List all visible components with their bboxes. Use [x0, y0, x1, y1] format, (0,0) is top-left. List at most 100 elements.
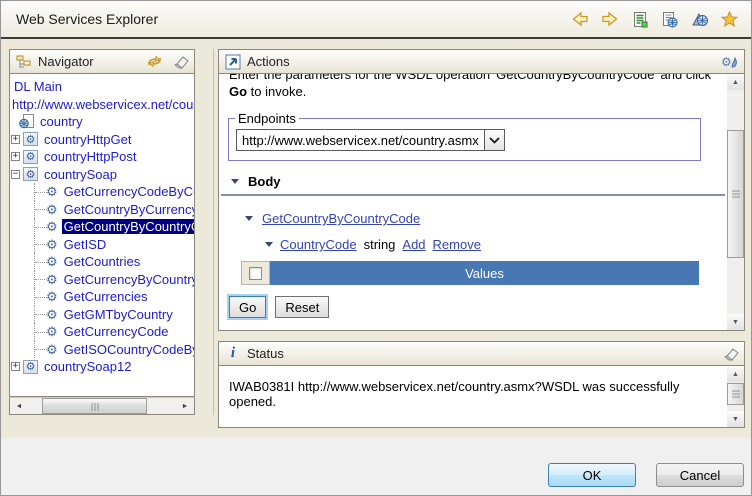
tree-connector [34, 183, 46, 201]
tree-connector [34, 323, 46, 341]
scroll-left-icon[interactable]: ◄ [11, 398, 27, 414]
vscroll-thumb[interactable] [727, 383, 744, 405]
navigator-hscrollbar[interactable]: ◄ ► [9, 397, 195, 415]
values-checkbox-cell [241, 261, 270, 285]
dialog-button-strip: OK Cancel [1, 438, 751, 496]
tree-item-getisd[interactable]: ⚙ GetISD [10, 236, 194, 254]
body-section-toggle[interactable]: Body [231, 174, 727, 189]
cancel-button[interactable]: Cancel [656, 463, 744, 487]
status-content: IWAB0381I http://www.webservicex.net/cou… [218, 366, 745, 428]
tree-item-getgmtbycountry[interactable]: ⚙GetGMTbyCountry [10, 306, 194, 324]
actions-vscrollbar[interactable]: ▲ ▼ [727, 74, 744, 330]
tree-item-label: GetCountryByCountryCode [62, 219, 195, 234]
tree-item-label: GetCountryByCurrencyCod [62, 202, 195, 217]
tree-item-label: countryHttpPost [42, 149, 139, 164]
tree-item-label: countrySoap [42, 167, 119, 182]
uddi-page-icon[interactable] [660, 11, 679, 28]
title-bar: Web Services Explorer [1, 1, 751, 39]
tree-item-getcountries[interactable]: ⚙GetCountries [10, 253, 194, 271]
tree-item-countrysoap[interactable]: −⚙countrySoap [10, 166, 194, 184]
tree-item-getcountrybycurrencycod[interactable]: ⚙ GetCountryByCurrencyCod [10, 201, 194, 219]
tree-item-http-www-webservicex-net-country[interactable]: http://www.webservicex.net/country [10, 96, 194, 114]
action-buttons: Go Reset [229, 296, 727, 318]
tree-item-getcurrencybycountry[interactable]: ⚙GetCurrencyByCountry [10, 271, 194, 289]
refresh-icon[interactable] [145, 54, 163, 70]
actions-header: Actions ⚙ [218, 49, 745, 74]
panel-divider[interactable] [213, 49, 214, 415]
go-button[interactable]: Go [229, 296, 266, 318]
tree-item-countryhttppost[interactable]: +⚙countryHttpPost [10, 148, 194, 166]
actions-panel: Actions ⚙ Enter the parameters for the W… [218, 49, 745, 331]
expand-icon[interactable]: + [11, 362, 20, 371]
operation-gear-icon: ⚙ [46, 203, 58, 216]
operation-gear-icon: ⚙ [46, 290, 58, 303]
reset-button[interactable]: Reset [275, 296, 329, 318]
values-table: Values [241, 261, 699, 285]
clear-icon[interactable] [171, 54, 189, 70]
tree-item-getcurrencycodebycurrenc[interactable]: ⚙GetCurrencyCodeByCurrenc [10, 183, 194, 201]
tree-item-label: GetCurrencies [62, 289, 150, 304]
collapse-icon[interactable]: − [11, 170, 20, 179]
tree-item-countrysoap12[interactable]: +⚙countrySoap12 [10, 358, 194, 376]
back-icon[interactable] [570, 11, 589, 28]
tree-item-getcurrencycode[interactable]: ⚙GetCurrencyCode [10, 323, 194, 341]
tree-connector [34, 236, 46, 254]
status-panel: i Status IWAB0381I http://www.webservice… [218, 341, 745, 428]
source-view-icon[interactable]: ⚙ [721, 54, 739, 70]
vscroll-thumb[interactable] [727, 130, 744, 258]
actions-content: Enter the parameters for the WSDL operat… [218, 74, 745, 331]
tree-item-getcountrybycountrycode[interactable]: ⚙ GetCountryByCountryCode [10, 218, 194, 236]
tree-item-label: http://www.webservicex.net/country [10, 97, 195, 112]
operation-gear-icon: ⚙ [46, 238, 58, 251]
forward-icon[interactable] [600, 11, 619, 28]
tree-item-getisocountrycodebycoun[interactable]: ⚙ GetISOCountryCodeByCoun [10, 341, 194, 359]
go-keyword: Go [229, 84, 247, 99]
remove-link[interactable]: Remove [433, 237, 481, 252]
operation-gear-icon: ⚙ [46, 185, 58, 198]
wsil-page-icon[interactable] [690, 11, 709, 28]
scroll-down-icon[interactable]: ▼ [727, 411, 744, 427]
operation-gear-icon: ⚙ [46, 343, 58, 356]
endpoint-select[interactable]: http://www.webservicex.net/country.asmx [236, 129, 505, 151]
hscroll-thumb[interactable] [42, 398, 147, 414]
values-select-checkbox[interactable] [249, 267, 262, 280]
scroll-up-icon[interactable]: ▲ [727, 366, 744, 382]
svg-text:⚙: ⚙ [721, 55, 732, 69]
body-section-label: Body [248, 174, 281, 189]
favorites-icon[interactable] [720, 11, 739, 28]
scroll-right-icon[interactable]: ► [177, 398, 193, 414]
scroll-down-icon[interactable]: ▼ [727, 314, 744, 330]
tree-connector [34, 271, 46, 289]
tree-item-country[interactable]: country [10, 113, 194, 131]
expand-icon[interactable]: + [11, 135, 20, 144]
tree-item-dl-main[interactable]: DL Main [10, 78, 194, 96]
ok-button[interactable]: OK [548, 463, 636, 487]
clear-icon[interactable] [721, 346, 739, 362]
operation-gear-icon: ⚙ [46, 220, 58, 233]
endpoint-selected-value: http://www.webservicex.net/country.asmx [237, 133, 484, 148]
tree-item-label: GetGMTbyCountry [62, 307, 175, 322]
tree-item-label: GetCountries [62, 254, 143, 269]
add-link[interactable]: Add [402, 237, 425, 252]
collapse-triangle-icon[interactable] [245, 216, 253, 221]
scroll-up-icon[interactable]: ▲ [727, 74, 744, 90]
tree-item-getcurrencies[interactable]: ⚙ GetCurrencies [10, 288, 194, 306]
expand-icon[interactable]: + [11, 152, 20, 161]
chevron-down-icon[interactable] [484, 130, 504, 150]
tree-connector [34, 218, 46, 236]
binding-gear-icon: ⚙ [23, 360, 38, 374]
tree-item-label: GetISD [62, 237, 109, 252]
parameter-row: CountryCode string Add Remove [265, 237, 727, 252]
collapse-triangle-icon[interactable] [265, 242, 273, 247]
tree-item-label: GetISOCountryCodeByCoun [62, 342, 195, 357]
tree-item-countryhttpget[interactable]: +⚙countryHttpGet [10, 131, 194, 149]
parameter-type-label: string [364, 237, 396, 252]
status-vscrollbar[interactable]: ▲ ▼ [727, 366, 744, 427]
wsdl-page-icon[interactable] [630, 11, 649, 28]
operation-link[interactable]: GetCountryByCountryCode [262, 211, 420, 226]
parameter-name-link[interactable]: CountryCode [280, 237, 357, 252]
tree-item-label: DL Main [12, 79, 64, 94]
binding-gear-icon: ⚙ [23, 132, 38, 146]
page-title: Web Services Explorer [16, 11, 158, 27]
status-title: Status [247, 346, 284, 361]
